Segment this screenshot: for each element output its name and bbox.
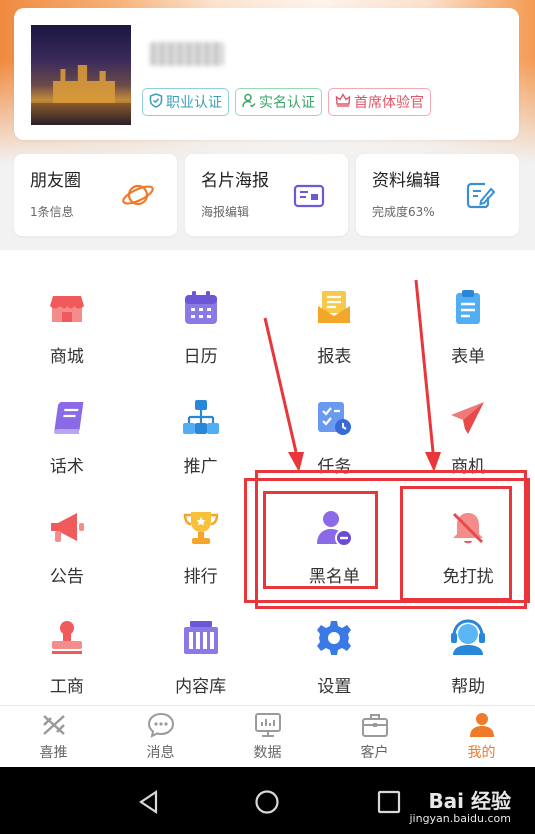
watermark-brand: Bai 经验: [428, 789, 511, 813]
avatar-castle-shape: [53, 65, 115, 105]
circle-home-icon: [255, 790, 279, 814]
annotation-blacklist-box: [263, 491, 378, 589]
briefcase-icon: [361, 712, 389, 738]
org-chart-icon: [181, 398, 221, 438]
badge-real-name[interactable]: 实名认证: [235, 88, 322, 116]
quick-actions-row: 朋友圈 1条信息 名片海报 海报编辑 资料编辑 完成度63%: [14, 154, 519, 236]
store-icon: [47, 288, 87, 328]
profile-card[interactable]: 职业认证 实名认证 首席体验官: [14, 8, 519, 140]
tab-xitui[interactable]: 喜推: [0, 706, 107, 767]
badge-label: 实名认证: [259, 95, 315, 111]
trophy-icon: [181, 508, 221, 548]
tile-label: 排行: [183, 567, 218, 587]
tab-label: 客户: [360, 744, 389, 761]
person-check-icon: [242, 93, 256, 112]
paper-plane-icon: [448, 398, 488, 438]
clipboard-icon: [448, 288, 488, 328]
avatar-water-shape: [31, 103, 131, 125]
tile-label: 内容库: [175, 677, 227, 697]
badge-label: 职业认证: [166, 95, 222, 111]
task-icon: [314, 398, 354, 438]
library-icon: [181, 618, 221, 658]
planet-icon: [121, 180, 155, 210]
shield-check-icon: [149, 92, 163, 112]
triangle-back-icon: [139, 789, 158, 815]
tile-label: 日历: [183, 347, 218, 367]
xitui-icon: [40, 712, 68, 738]
home-button[interactable]: [254, 789, 280, 819]
tile-scripts[interactable]: 话术: [0, 392, 134, 502]
tile-label: 话术: [49, 457, 84, 477]
baidu-jingyan-watermark: Bai 经验 jingyan.baidu.com: [409, 785, 511, 825]
tile-label: 公告: [49, 567, 84, 587]
square-recents-icon: [377, 790, 401, 814]
chat-bubble-icon: [147, 712, 175, 738]
tile-calendar[interactable]: 日历: [134, 282, 268, 392]
tab-label: 数据: [253, 744, 282, 761]
recents-button[interactable]: [376, 789, 402, 819]
badge-chief-experience-officer[interactable]: 首席体验官: [328, 88, 431, 116]
system-navigation-bar: Bai 经验 jingyan.baidu.com: [0, 767, 535, 834]
tile-store[interactable]: 商城: [0, 282, 134, 392]
tab-label: 我的: [467, 744, 496, 761]
headset-icon: [448, 618, 488, 658]
book-icon: [47, 398, 87, 438]
badge-label: 首席体验官: [354, 95, 424, 111]
edit-doc-icon: [463, 180, 497, 210]
monitor-chart-icon: [254, 712, 282, 738]
report-icon: [314, 288, 354, 328]
tile-label: 表单: [451, 347, 486, 367]
stamp-icon: [47, 618, 87, 658]
badge-professional[interactable]: 职业认证: [142, 88, 229, 116]
tile-announcement[interactable]: 公告: [0, 502, 134, 612]
tab-mine[interactable]: 我的: [428, 706, 535, 767]
tile-label: 设置: [317, 677, 352, 697]
tab-data[interactable]: 数据: [214, 706, 321, 767]
certification-badges: 职业认证 实名认证 首席体验官: [142, 88, 431, 116]
grid-row: 商城 日历 报表 表单: [0, 282, 535, 392]
watermark-url: jingyan.baidu.com: [409, 812, 511, 825]
tab-label: 喜推: [39, 744, 68, 761]
tile-label: 商城: [49, 347, 84, 367]
tab-customers[interactable]: 客户: [321, 706, 428, 767]
quick-card-profile-edit[interactable]: 资料编辑 完成度63%: [356, 154, 519, 236]
calendar-icon: [181, 288, 221, 328]
megaphone-icon: [47, 508, 87, 548]
person-icon: [468, 712, 496, 738]
annotation-dnd-box: [400, 486, 512, 601]
back-button[interactable]: [136, 789, 162, 819]
tile-label: 推广: [183, 457, 218, 477]
poster-icon: [292, 180, 326, 210]
crown-icon: [335, 93, 351, 111]
tile-label: 工商: [49, 677, 84, 697]
quick-card-poster[interactable]: 名片海报 海报编辑: [185, 154, 348, 236]
tab-label: 消息: [146, 744, 175, 761]
tile-label: 帮助: [451, 677, 486, 697]
tab-messages[interactable]: 消息: [107, 706, 214, 767]
avatar[interactable]: [31, 25, 131, 125]
quick-card-moments[interactable]: 朋友圈 1条信息: [14, 154, 177, 236]
gear-icon: [314, 618, 354, 658]
tile-form[interactable]: 表单: [401, 282, 535, 392]
tile-label: 报表: [317, 347, 352, 367]
bottom-tab-bar: 喜推 消息 数据 客户 我的: [0, 705, 535, 767]
blurred-user-name: [150, 42, 224, 66]
tile-report[interactable]: 报表: [268, 282, 402, 392]
